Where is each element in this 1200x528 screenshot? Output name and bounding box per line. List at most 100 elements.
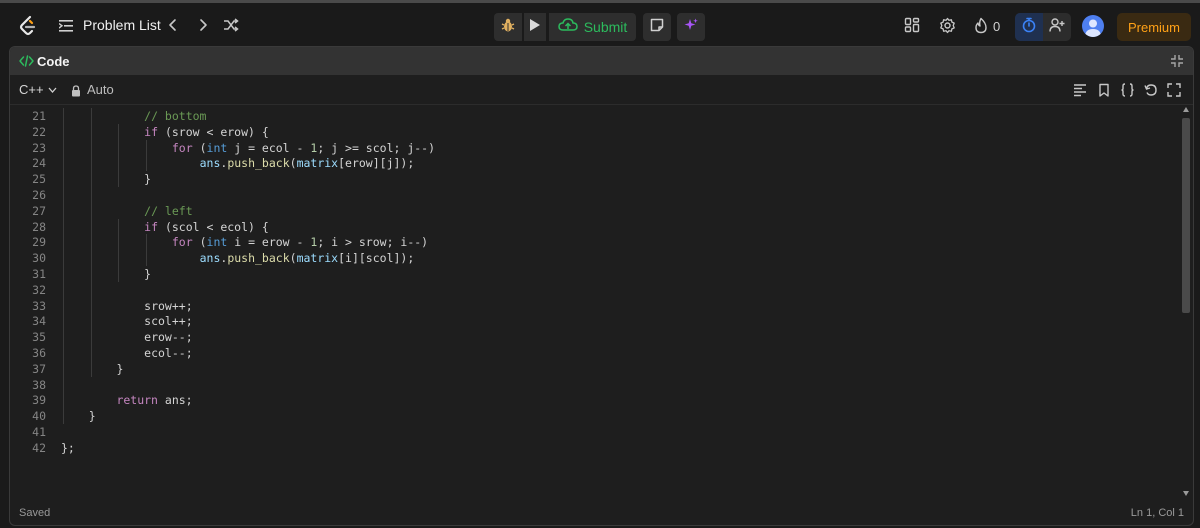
curly-braces-icon[interactable] [1120, 83, 1134, 97]
code-text: for (int j = ecol - 1; j >= scol; j--) [171, 140, 436, 155]
code-line[interactable]: 30 ans.push_back(matrix[i][scol]); [10, 250, 1178, 266]
bookmark-icon[interactable] [1097, 83, 1111, 97]
code-text: // bottom [144, 109, 207, 123]
line-number: 40 [32, 409, 46, 424]
bug-icon [500, 17, 516, 38]
cloud-upload-icon [557, 17, 578, 37]
code-line[interactable]: 25} [10, 171, 1178, 187]
format-code-icon[interactable] [1073, 83, 1087, 97]
indent-guide [63, 108, 64, 424]
note-icon [650, 18, 664, 37]
code-line[interactable]: 23 for (int j = ecol - 1; j >= scol; j--) [10, 140, 1178, 156]
code-line[interactable]: 31} [10, 266, 1178, 282]
code-line[interactable]: 38 [10, 377, 1178, 393]
code-line[interactable]: 29 for (int i = erow - 1; i > srow; i--) [10, 234, 1178, 250]
line-number: 24 [32, 156, 46, 171]
line-number: 39 [32, 393, 46, 408]
streak-flame-icon[interactable] [973, 17, 991, 35]
scroll-up-arrow-icon[interactable] [1183, 107, 1189, 112]
problem-list-link[interactable]: Problem List [83, 17, 161, 33]
collapse-panel-icon[interactable] [1170, 54, 1184, 68]
leetcode-logo-icon[interactable] [17, 15, 39, 37]
shuffle-icon[interactable] [223, 17, 239, 33]
language-select[interactable]: C++ [19, 82, 57, 97]
code-line[interactable]: 24 ans.push_back(matrix[erow][j]); [10, 155, 1178, 171]
line-number: 37 [32, 361, 46, 376]
debug-button[interactable] [494, 13, 522, 41]
code-line[interactable]: 21 // bottom [10, 108, 1178, 124]
chevron-down-icon [48, 87, 57, 93]
invite-button[interactable] [1043, 13, 1071, 41]
stopwatch-icon [1021, 17, 1037, 38]
code-panel: Code C++ Auto 21 // bottom 22 if (srow <… [9, 46, 1194, 526]
lock-icon [71, 84, 81, 97]
code-line[interactable]: 40} [10, 408, 1178, 424]
problem-list-icon[interactable] [58, 19, 73, 33]
line-number: 28 [32, 219, 46, 234]
line-number: 30 [32, 251, 46, 266]
code-line[interactable]: 22 if (srow < erow) { [10, 124, 1178, 140]
submit-button[interactable]: Submit [549, 13, 636, 41]
line-number: 27 [32, 203, 46, 218]
code-text: scol++; [144, 314, 193, 329]
scroll-thumb[interactable] [1182, 118, 1190, 313]
auto-mode-label[interactable]: Auto [87, 82, 114, 97]
code-text: if (scol < ecol) { [144, 219, 269, 234]
code-text: } [88, 409, 96, 424]
code-line[interactable]: 26 [10, 187, 1178, 203]
code-line[interactable]: 34 scol++; [10, 313, 1178, 329]
layout-grid-icon[interactable] [904, 17, 922, 35]
language-value: C++ [19, 82, 44, 97]
line-number: 34 [32, 314, 46, 329]
run-button[interactable] [524, 13, 546, 41]
code-text: erow--; [144, 330, 193, 345]
code-line[interactable]: 42}; [10, 440, 1178, 456]
code-text: ecol--; [144, 346, 193, 360]
streak-count: 0 [993, 19, 1001, 34]
code-line[interactable]: 41 [10, 424, 1178, 440]
maximize-icon[interactable] [1167, 83, 1181, 97]
notes-button[interactable] [643, 13, 671, 41]
indent-guide [118, 123, 120, 187]
code-editor[interactable]: 21 // bottom 22 if (srow < erow) {23 for (in… [10, 105, 1178, 503]
code-line[interactable]: 33 srow++; [10, 298, 1178, 314]
code-line[interactable]: 27 // left [10, 203, 1178, 219]
editor-scrollbar[interactable] [1180, 105, 1191, 503]
code-text: if (srow < erow) { [144, 124, 269, 139]
code-text: return ans; [116, 393, 193, 408]
line-number: 35 [32, 330, 46, 345]
top-navbar: Problem List Submit 0 Premium [0, 0, 1200, 46]
code-tab[interactable]: Code [37, 54, 70, 69]
code-line[interactable]: 28 if (scol < ecol) { [10, 219, 1178, 235]
code-text: ans.push_back(matrix[i][scol]); [199, 251, 415, 266]
indent-guide [146, 139, 148, 172]
line-number: 21 [32, 109, 46, 123]
line-number: 41 [32, 425, 46, 439]
editor-toolbar: C++ Auto [10, 76, 1193, 105]
code-line[interactable]: 32 [10, 282, 1178, 298]
scroll-down-arrow-icon[interactable] [1183, 491, 1189, 496]
code-text: srow++; [144, 298, 193, 313]
code-text: for (int i = erow - 1; i > srow; i--) [171, 235, 429, 250]
line-number: 26 [32, 188, 46, 202]
line-number: 31 [32, 267, 46, 281]
premium-button[interactable]: Premium [1117, 13, 1191, 41]
line-number: 29 [32, 235, 46, 250]
next-problem-icon[interactable] [195, 17, 211, 33]
line-number: 38 [32, 377, 46, 392]
settings-gear-icon[interactable] [939, 17, 957, 35]
code-text: } [144, 172, 152, 187]
code-text: ans.push_back(matrix[erow][j]); [199, 156, 415, 171]
timer-button[interactable] [1015, 13, 1043, 41]
user-avatar[interactable] [1082, 15, 1104, 37]
code-line[interactable]: 37} [10, 361, 1178, 377]
reset-code-icon[interactable] [1144, 83, 1158, 97]
code-line[interactable]: 36 ecol--; [10, 345, 1178, 361]
previous-problem-icon[interactable] [165, 17, 181, 33]
line-number: 42 [32, 440, 46, 455]
indent-guide [118, 218, 120, 282]
code-line[interactable]: 35 erow--; [10, 329, 1178, 345]
ai-assistant-button[interactable] [677, 13, 705, 41]
code-panel-header: Code [10, 47, 1193, 75]
code-line[interactable]: 39 return ans; [10, 392, 1178, 408]
